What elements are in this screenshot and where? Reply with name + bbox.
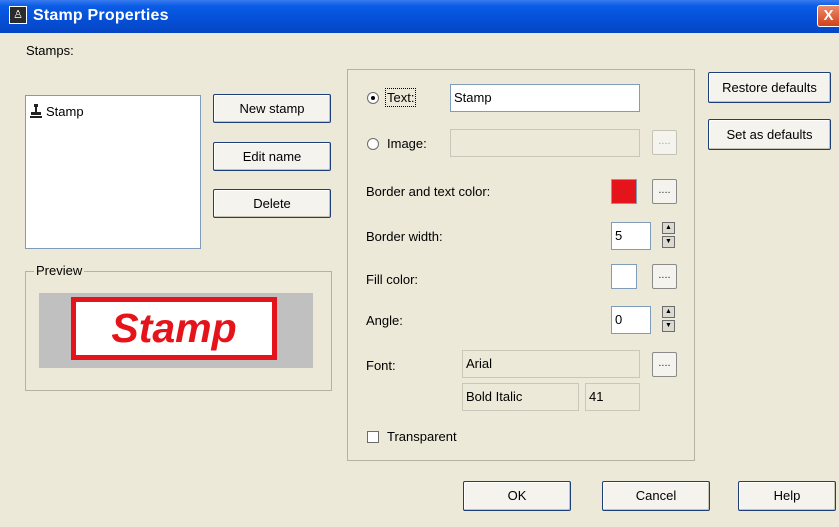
- restore-defaults-button[interactable]: Restore defaults: [708, 72, 831, 103]
- preview-legend: Preview: [34, 263, 85, 278]
- restore-defaults-label: Restore defaults: [722, 80, 817, 95]
- new-stamp-label: New stamp: [239, 101, 305, 116]
- dialog-body: Stamps: Stamp New stamp Edit name Delete…: [0, 33, 839, 527]
- font-style-field: Bold Italic: [462, 383, 579, 411]
- text-option-label[interactable]: Text:: [384, 88, 417, 107]
- image-browse-button[interactable]: ....: [652, 130, 677, 155]
- border-width-spinner[interactable]: ▲ ▼: [662, 222, 675, 248]
- fill-color-picker-button[interactable]: ....: [652, 264, 677, 289]
- help-button[interactable]: Help: [738, 481, 836, 511]
- cancel-button[interactable]: Cancel: [602, 481, 710, 511]
- border-width-input[interactable]: 5: [611, 222, 651, 250]
- stamps-label-text: Stamps:: [26, 43, 74, 58]
- spin-down-icon[interactable]: ▼: [662, 320, 675, 332]
- set-as-defaults-label: Set as defaults: [726, 127, 813, 142]
- list-item-label: Stamp: [46, 103, 84, 119]
- delete-label: Delete: [253, 196, 291, 211]
- set-as-defaults-button[interactable]: Set as defaults: [708, 119, 831, 150]
- edit-name-label: Edit name: [242, 149, 302, 164]
- stamps-listbox[interactable]: Stamp: [25, 95, 201, 249]
- border-text-color-label: Border and text color:: [366, 184, 491, 199]
- close-icon: X: [823, 7, 834, 24]
- angle-input[interactable]: 0: [611, 306, 651, 334]
- font-name-field: Arial: [462, 350, 640, 378]
- list-item[interactable]: Stamp: [30, 102, 84, 120]
- preview-stamp: Stamp: [71, 297, 277, 360]
- window-title: Stamp Properties: [33, 7, 169, 24]
- angle-spinner[interactable]: ▲ ▼: [662, 306, 675, 332]
- ok-label: OK: [507, 488, 527, 503]
- help-label: Help: [773, 488, 801, 503]
- fill-color-label: Fill color:: [366, 272, 419, 287]
- spin-up-icon[interactable]: ▲: [662, 222, 675, 234]
- stamp-icon: [30, 104, 42, 118]
- border-text-color-picker-button[interactable]: ....: [652, 179, 677, 204]
- text-input[interactable]: Stamp: [450, 84, 640, 112]
- fill-color-swatch[interactable]: [611, 264, 637, 289]
- transparent-checkbox[interactable]: [367, 431, 379, 443]
- delete-button[interactable]: Delete: [213, 189, 331, 218]
- new-stamp-button[interactable]: New stamp: [213, 94, 331, 123]
- spin-down-icon[interactable]: ▼: [662, 236, 675, 248]
- font-picker-button[interactable]: ....: [652, 352, 677, 377]
- title-bar: ♙ Stamp Properties X: [0, 0, 839, 33]
- spin-up-icon[interactable]: ▲: [662, 306, 675, 318]
- font-label: Font:: [366, 358, 396, 373]
- close-button[interactable]: X: [817, 5, 839, 27]
- transparent-label[interactable]: Transparent: [387, 429, 457, 444]
- font-size-field: 41: [585, 383, 640, 411]
- edit-name-button[interactable]: Edit name: [213, 142, 331, 171]
- angle-label: Angle:: [366, 313, 403, 328]
- stamps-label: Stamps:: [26, 43, 74, 58]
- cancel-label: Cancel: [635, 488, 677, 503]
- image-option-label[interactable]: Image:: [387, 136, 427, 151]
- image-path-input[interactable]: [450, 129, 640, 157]
- border-text-color-swatch[interactable]: [611, 179, 637, 204]
- ok-button[interactable]: OK: [463, 481, 571, 511]
- text-radio[interactable]: [367, 92, 379, 104]
- stamp-icon: ♙: [9, 6, 27, 24]
- image-radio[interactable]: [367, 138, 379, 150]
- border-width-label: Border width:: [366, 229, 443, 244]
